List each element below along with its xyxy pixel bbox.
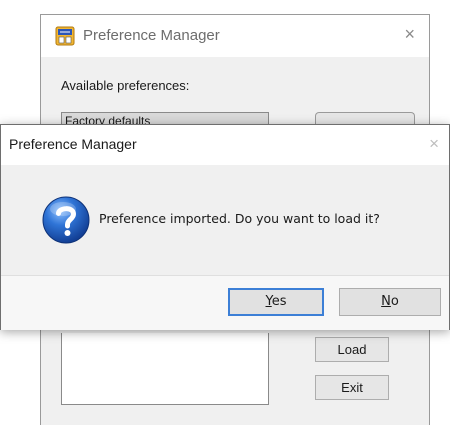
dialog-title: Preference Manager [9,136,137,152]
window-close-icon[interactable]: × [404,24,415,44]
no-button[interactable]: No [339,288,441,316]
dialog-close-icon[interactable]: × [429,134,439,154]
dialog-message: Preference imported. Do you want to load… [99,211,380,226]
question-icon [42,196,90,244]
yes-button[interactable]: Yes [228,288,324,316]
dialog-titlebar: Preference Manager × [1,125,449,165]
preference-manager-app-icon [55,26,75,46]
window-titlebar: Preference Manager × [41,15,429,57]
confirm-load-dialog: Preference Manager × Preference imported… [0,124,450,330]
dialog-button-bar: Yes No [1,275,449,330]
preferences-list-bottom[interactable] [61,333,269,405]
available-preferences-label: Available preferences: [61,78,190,93]
load-button[interactable]: Load [315,337,389,362]
window-title: Preference Manager [83,27,220,44]
exit-button[interactable]: Exit [315,375,389,400]
no-label: o [390,294,399,309]
desktop: Preference Manager × Available preferenc… [0,0,450,425]
yes-label: es [271,294,287,309]
no-mnemonic: N [381,294,391,309]
